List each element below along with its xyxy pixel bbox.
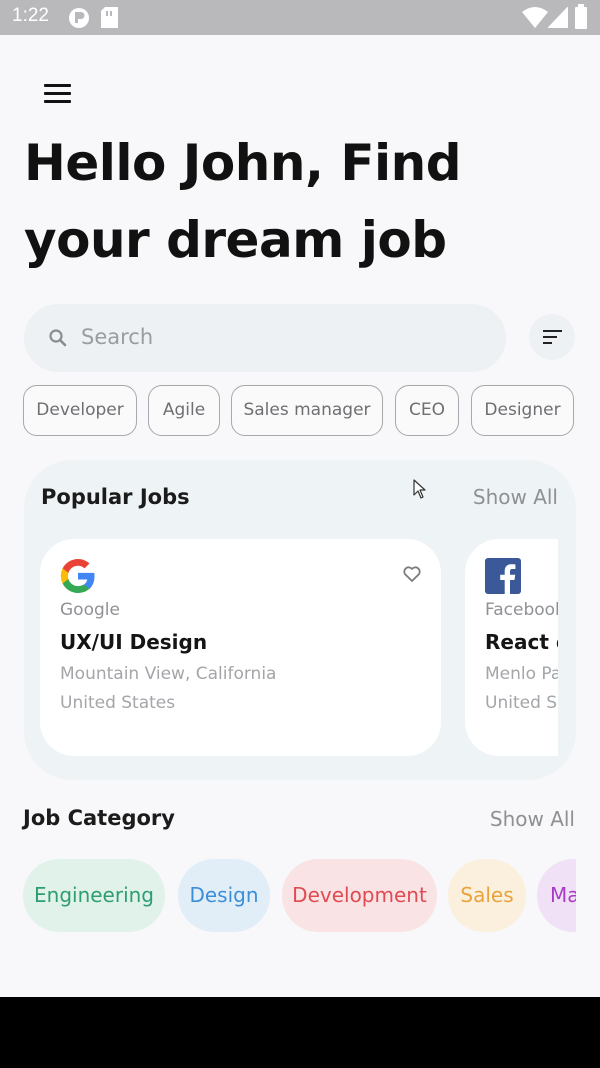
job-role: UX/UI Design — [60, 630, 208, 654]
search-icon — [48, 328, 68, 352]
battery-icon — [575, 4, 587, 33]
chip-designer[interactable]: Designer — [471, 385, 574, 436]
job-country: United S — [485, 693, 558, 713]
chip-ceo[interactable]: CEO — [395, 385, 459, 436]
notification-icon — [68, 7, 90, 33]
category-carousel[interactable]: Engineering Design Development Sales Ma — [23, 859, 576, 933]
job-company: Google — [60, 600, 120, 620]
wifi-icon — [522, 7, 548, 32]
heart-outline-icon[interactable] — [403, 566, 421, 586]
category-development[interactable]: Development — [282, 859, 437, 932]
status-bar: 1:22 — [0, 0, 600, 35]
filter-button[interactable] — [529, 314, 575, 360]
category-sales[interactable]: Sales — [448, 859, 526, 932]
job-location: Menlo Pa — [485, 664, 558, 684]
page-title: Hello John, Find your dream job — [24, 134, 462, 269]
status-time: 1:22 — [12, 5, 49, 26]
google-logo-icon — [60, 558, 96, 598]
job-card[interactable]: Google UX/UI Design Mountain View, Calif… — [40, 539, 441, 756]
sim-card-icon — [101, 7, 118, 32]
job-location: Mountain View, California — [60, 664, 277, 684]
facebook-logo-icon — [485, 558, 521, 598]
hamburger-menu-icon[interactable] — [38, 79, 78, 109]
category-partial[interactable]: Ma — [537, 859, 576, 932]
popular-jobs-show-all[interactable]: Show All — [473, 485, 558, 509]
job-cards-carousel[interactable]: Google UX/UI Design Mountain View, Calif… — [40, 539, 558, 759]
chip-agile[interactable]: Agile — [148, 385, 220, 436]
popular-jobs-section: Popular Jobs Show All Google UX/UI Desig… — [24, 460, 576, 780]
category-engineering[interactable]: Engineering — [23, 859, 165, 932]
app-screen: Hello John, Find your dream job Search D… — [0, 35, 600, 997]
chip-developer[interactable]: Developer — [23, 385, 137, 436]
job-category-show-all[interactable]: Show All — [490, 807, 575, 831]
search-input[interactable]: Search — [81, 325, 153, 349]
job-country: United States — [60, 693, 176, 713]
search-bar[interactable]: Search — [24, 304, 506, 372]
signal-icon — [546, 5, 569, 32]
category-design[interactable]: Design — [178, 859, 270, 932]
system-navigation-bar — [0, 997, 600, 1068]
filter-icon — [543, 330, 562, 332]
job-company: Facebook — [485, 600, 558, 620]
job-role: React d — [485, 630, 558, 654]
job-category-title: Job Category — [23, 806, 175, 830]
chip-sales-manager[interactable]: Sales manager — [231, 385, 383, 436]
job-card[interactable]: Facebook React d Menlo Pa United S — [465, 539, 558, 756]
popular-jobs-title: Popular Jobs — [41, 485, 190, 509]
mouse-cursor-icon — [413, 479, 427, 503]
